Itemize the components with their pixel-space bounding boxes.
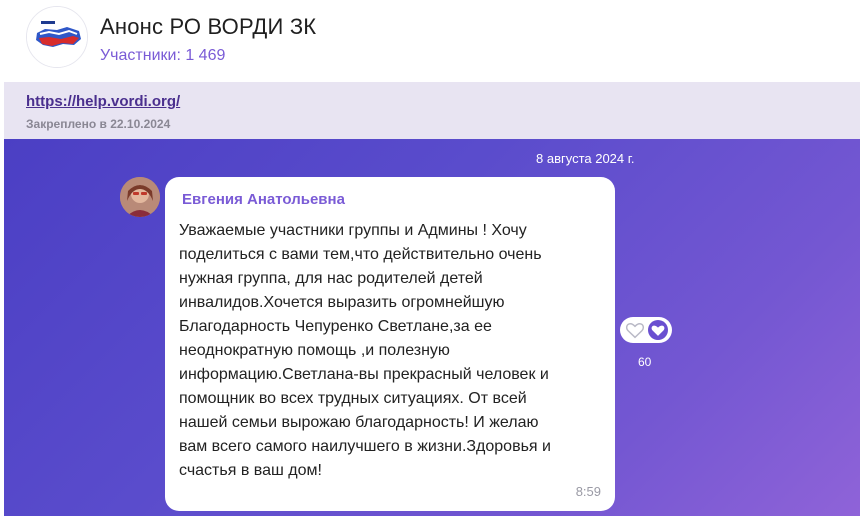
sender-name[interactable]: Евгения Анатольевна (182, 191, 345, 208)
message-time: 8:59 (575, 484, 601, 499)
user-photo-icon (120, 177, 160, 217)
pinned-date: Закреплено в 22.10.2024 (26, 117, 171, 131)
chat-header[interactable]: Анонс РО ВОРДИ ЗК Участники: 1 469 (4, 0, 860, 82)
message-bubble[interactable]: Евгения Анатольевна Уважаемые участники … (165, 177, 615, 511)
members-count[interactable]: Участники: 1 469 (100, 47, 225, 65)
reaction-count: 60 (638, 355, 652, 369)
reaction-button[interactable] (620, 317, 672, 343)
pinned-message-bar[interactable]: https://help.vordi.org/ Закреплено в 22.… (4, 82, 860, 139)
pinned-link[interactable]: https://help.vordi.org/ (26, 93, 180, 110)
group-avatar[interactable] (26, 6, 88, 68)
message-text: Уважаемые участники группы и Админы ! Хо… (179, 222, 551, 479)
chat-window: Анонс РО ВОРДИ ЗК Участники: 1 469 https… (0, 0, 860, 516)
heart-outline-icon (625, 323, 645, 339)
chat-title: Анонс РО ВОРДИ ЗК (100, 14, 317, 39)
message-area[interactable]: 8 августа 2024 г. Евгения Анатольевна Ув… (4, 139, 860, 516)
russia-map-icon (27, 7, 87, 67)
heart-filled-icon (648, 320, 668, 340)
sender-avatar[interactable] (120, 177, 160, 217)
date-separator: 8 августа 2024 г. (536, 151, 635, 166)
